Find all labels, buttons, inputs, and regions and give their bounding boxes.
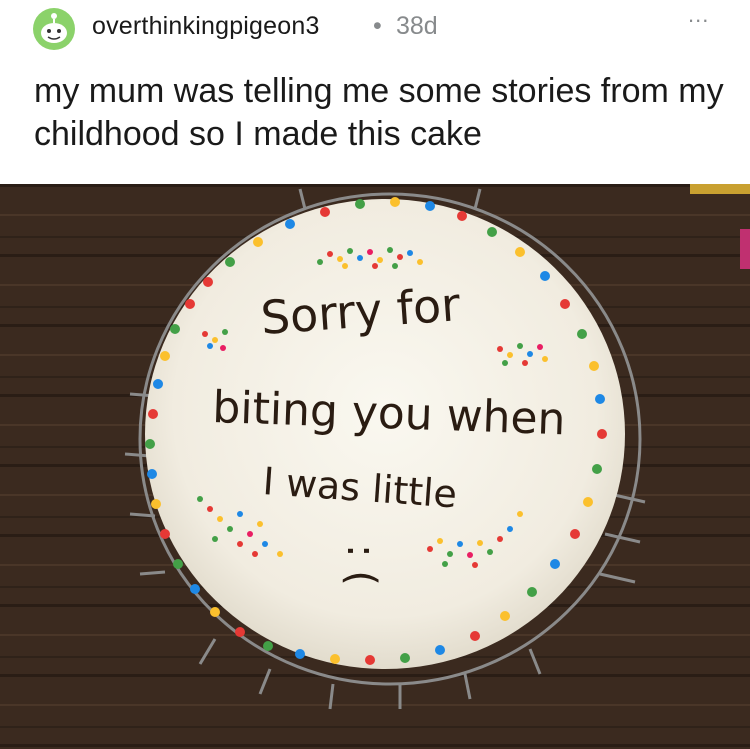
username-link[interactable]: overthinkingpigeon3 [92,12,320,41]
user-avatar-icon[interactable] [32,7,76,51]
cake-sad-face: : ( [338,544,384,586]
background-object [690,184,750,194]
background-object [740,229,750,269]
post-header: overthinkingpigeon3 • 38d ... [0,0,750,52]
cake-photo[interactable]: Sorry for biting you when I was little :… [0,184,750,749]
post-title: my mum was telling me some stories from … [34,72,724,153]
more-options-icon[interactable]: ... [688,2,709,28]
post-age: 38d [396,12,438,40]
separator-dot: • [373,12,382,40]
